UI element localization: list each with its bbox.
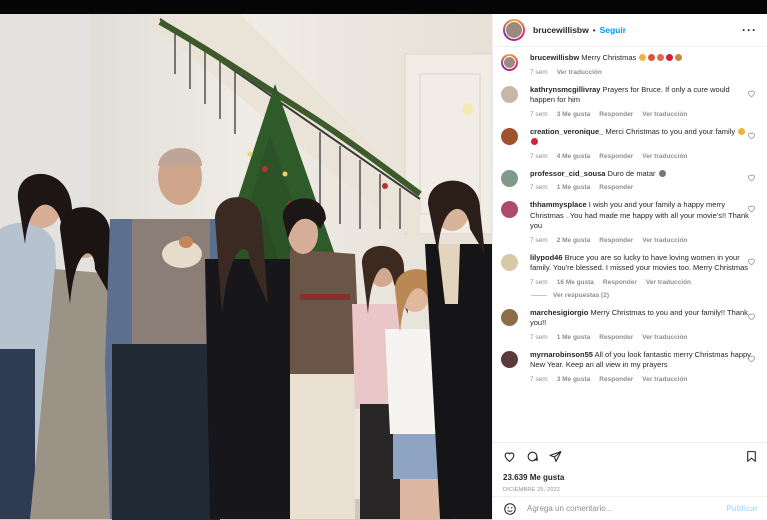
comment-likes[interactable]: 4 Me gusta [557, 153, 591, 160]
comment-time: 7 sem [530, 110, 548, 118]
likes-count[interactable]: 23.639 Me gusta [503, 473, 564, 482]
comment-item: thhammysplace I wish you and your family… [501, 200, 758, 244]
heart-icon[interactable] [503, 450, 516, 463]
share-icon[interactable] [549, 450, 562, 463]
emoji-icon[interactable] [503, 502, 517, 516]
reply-button[interactable]: Responder [603, 279, 637, 286]
emoji-icons [658, 169, 667, 178]
follow-button[interactable]: Seguir [600, 25, 626, 35]
comment-likes[interactable]: 3 Me gusta [557, 376, 591, 383]
comment-likes[interactable]: 2 Me gusta [557, 237, 591, 244]
comment-username[interactable]: lilypod46 [530, 253, 563, 262]
comment-item: professor_cid_sousa Duro de matar 7 sem 1… [501, 168, 758, 191]
commenter-avatar[interactable] [501, 201, 518, 218]
view-replies-link[interactable]: Ver respuestas (2) [531, 292, 758, 299]
commenter-avatar[interactable] [501, 85, 518, 103]
comment-text: Bruce you are so lucky to have loving wo… [530, 252, 749, 273]
comment-likes[interactable]: 1 Me gusta [557, 334, 591, 341]
post-photo[interactable] [0, 14, 492, 520]
more-horizontal-icon[interactable]: ··· [742, 23, 757, 37]
caption: brucewillisbw Merry Christmas 7 sem Ver t… [501, 53, 758, 76]
caption-translate-link[interactable]: Ver traducción [557, 69, 602, 76]
emoji-icons [638, 53, 683, 62]
comment-time: 7 sem [530, 333, 548, 341]
comment-username[interactable]: professor_cid_sousa [530, 169, 605, 178]
add-comment-bar: Publicar [493, 496, 767, 520]
heart-icon[interactable] [747, 89, 756, 98]
comment-item: kathrynsmcgillivray Prayers for Bruce. I… [501, 85, 758, 118]
top-black-bar [0, 0, 767, 14]
comment-username[interactable]: kathrynsmcgillivray [530, 85, 600, 94]
comment-time: 7 sem [530, 236, 548, 244]
comment-username[interactable]: myrnarobinson55 [530, 350, 593, 359]
commenter-avatar[interactable] [501, 350, 518, 368]
reply-button[interactable]: Responder [599, 334, 633, 341]
comment-icon[interactable] [526, 450, 539, 463]
translate-link[interactable]: Ver traducción [642, 334, 687, 341]
comment-time: 7 sem [530, 152, 548, 160]
family-christmas-photo [0, 14, 492, 520]
publish-button[interactable]: Publicar [726, 504, 758, 513]
heart-icon[interactable] [747, 204, 756, 213]
post-actions [493, 442, 767, 463]
comment-item: creation_veronique_ Merci Christmas to y… [501, 127, 758, 160]
bookmark-icon[interactable] [745, 450, 758, 463]
heart-icon[interactable] [747, 173, 756, 182]
comment-time: 7 sem [530, 184, 548, 191]
commenter-avatar[interactable] [501, 253, 518, 271]
comment-username[interactable]: creation_veronique_ [530, 127, 603, 136]
reply-button[interactable]: Responder [599, 111, 633, 118]
comment-username[interactable]: marchesigiorgio [530, 308, 588, 317]
translate-link[interactable]: Ver traducción [642, 111, 687, 118]
caption-avatar[interactable] [501, 54, 518, 71]
comments-list[interactable]: brucewillisbw Merry Christmas 7 sem Ver t… [493, 47, 767, 442]
caption-text: Merry Christmas [581, 53, 637, 62]
reply-button[interactable]: Responder [599, 153, 633, 160]
separator-dot: • [592, 25, 596, 35]
author-username[interactable]: brucewillisbw [533, 25, 589, 35]
heart-icon[interactable] [747, 131, 756, 140]
reply-button[interactable]: Responder [599, 184, 633, 191]
comment-item: lilypod46 Bruce you are so lucky to have… [501, 253, 758, 286]
comment-likes[interactable]: 3 Me gusta [557, 111, 591, 118]
comment-input[interactable] [527, 504, 712, 513]
comment-username[interactable]: thhammysplace [530, 200, 587, 209]
translate-link[interactable]: Ver traducción [642, 376, 687, 383]
heart-icon[interactable] [747, 354, 756, 363]
comment-text: Merci Christmas to you and your family [605, 126, 736, 136]
heart-icon[interactable] [747, 312, 756, 321]
commenter-avatar[interactable] [501, 127, 518, 145]
post-side-panel: brucewillisbw • Seguir ··· brucewillisbw… [492, 14, 767, 520]
post-date: DICIEMBRE 25, 2022 [503, 487, 561, 493]
comment-item: myrnarobinson55 All of you look fantasti… [501, 350, 758, 383]
comment-likes[interactable]: 16 Me gusta [557, 279, 594, 286]
heart-icon[interactable] [747, 257, 756, 266]
commenter-avatar[interactable] [501, 308, 518, 326]
comment-time: 7 sem [530, 278, 548, 286]
translate-link[interactable]: Ver traducción [642, 153, 687, 160]
commenter-avatar[interactable] [501, 169, 518, 187]
post-header: brucewillisbw • Seguir ··· [493, 14, 767, 47]
author-avatar[interactable] [503, 19, 525, 41]
comment-time: 7 sem [530, 375, 548, 383]
translate-link[interactable]: Ver traducción [646, 279, 691, 286]
reply-button[interactable]: Responder [599, 376, 633, 383]
translate-link[interactable]: Ver traducción [642, 237, 687, 244]
reply-button[interactable]: Responder [599, 237, 633, 244]
comment-item: marchesigiorgio Merry Christmas to you a… [501, 308, 758, 341]
comment-text: Duro de matar [607, 168, 656, 178]
caption-username[interactable]: brucewillisbw [530, 53, 579, 62]
caption-time: 7 sem [530, 68, 548, 76]
comment-likes[interactable]: 1 Me gusta [557, 184, 591, 191]
